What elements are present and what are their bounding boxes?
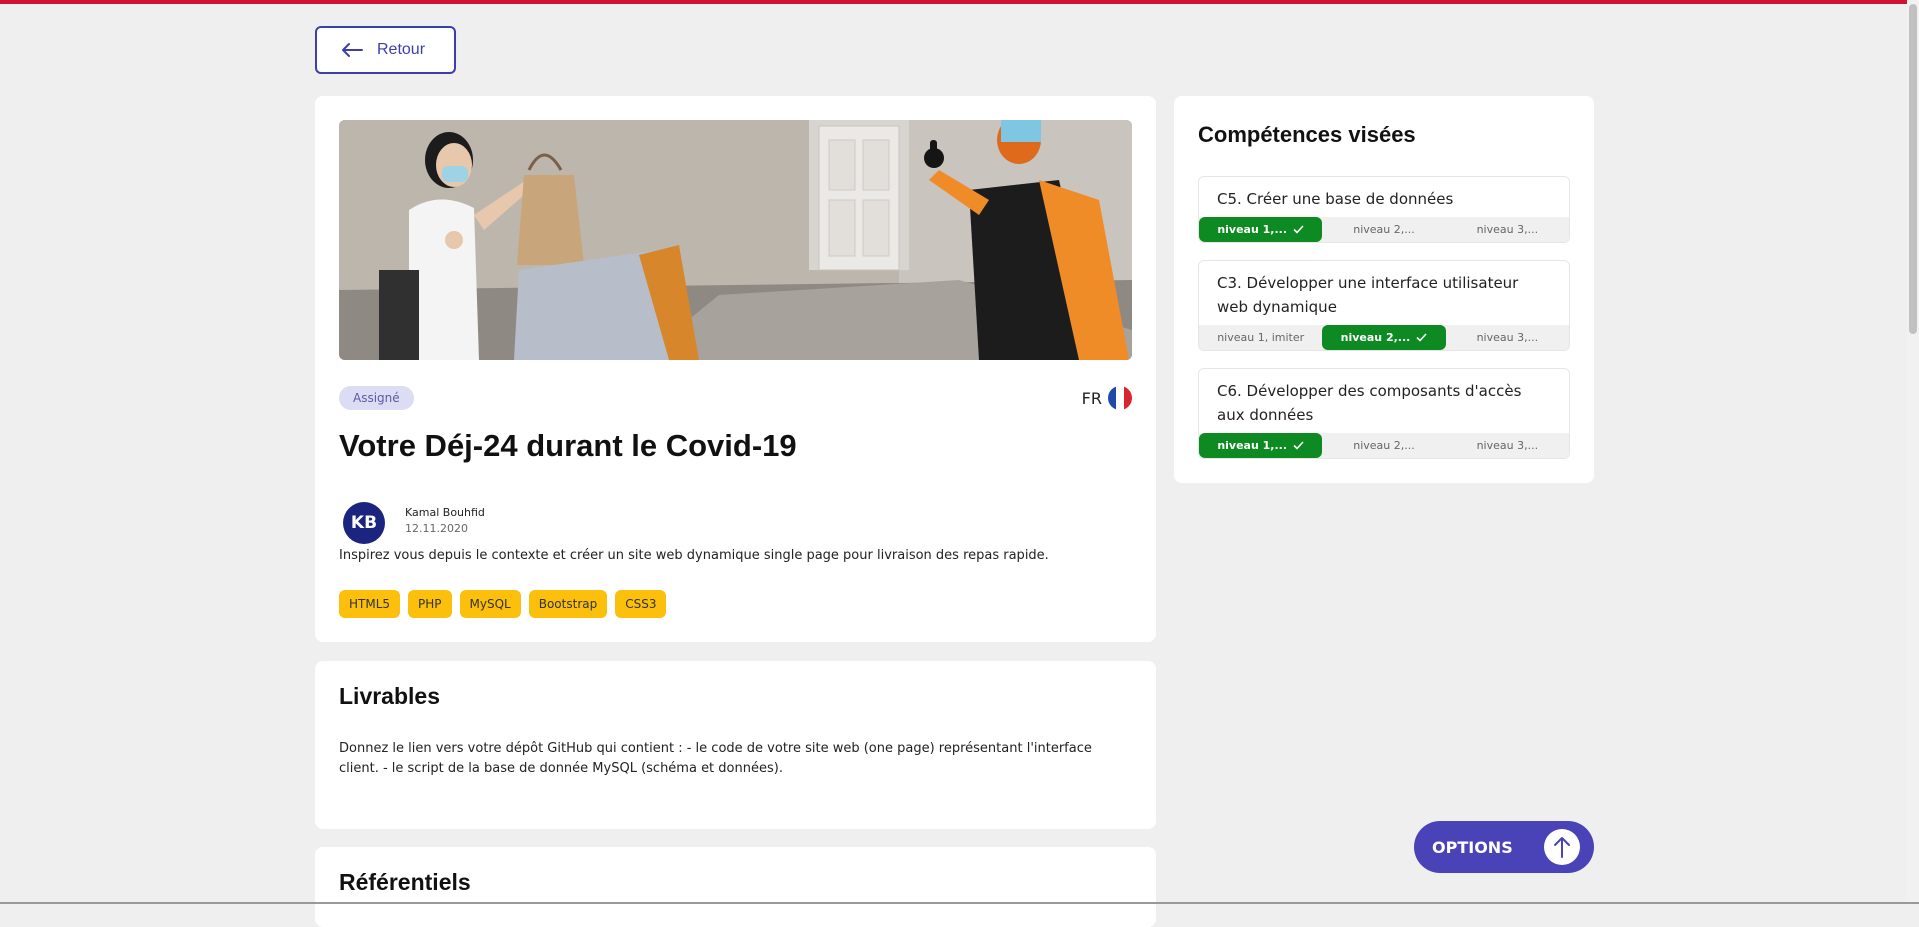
tag[interactable]: PHP: [408, 590, 452, 618]
vertical-scrollbar[interactable]: [1907, 0, 1919, 904]
avatar: KB: [343, 502, 385, 544]
project-title: Votre Déj-24 durant le Covid-19: [339, 428, 797, 464]
language-indicator[interactable]: FR: [1082, 386, 1132, 410]
arrow-left-icon: [341, 42, 363, 58]
check-icon: [1293, 441, 1304, 450]
competence-item: C3. Développer une interface utilisateur…: [1198, 260, 1570, 351]
level-option[interactable]: niveau 2,...: [1322, 433, 1445, 458]
back-button-label: Retour: [377, 41, 425, 59]
options-label: OPTIONS: [1432, 838, 1513, 857]
top-accent-bar: [0, 0, 1919, 4]
status-badge: Assigné: [339, 386, 414, 410]
competence-item: C5. Créer une base de données niveau 1,.…: [1198, 176, 1570, 243]
project-cover-image: [339, 120, 1132, 360]
tag[interactable]: CSS3: [615, 590, 666, 618]
level-option[interactable]: niveau 2,...: [1322, 325, 1445, 350]
competence-item: C6. Développer des composants d'accès au…: [1198, 368, 1570, 459]
livrables-card: Livrables Donnez le lien vers votre dépô…: [315, 661, 1156, 829]
competences-title: Compétences visées: [1198, 122, 1416, 148]
project-card: Assigné FR Votre Déj-24 durant le Covid-…: [315, 96, 1156, 642]
project-description: Inspirez vous depuis le contexte et crée…: [339, 548, 1049, 563]
scrollbar-thumb[interactable]: [1909, 4, 1917, 334]
options-button[interactable]: OPTIONS: [1414, 821, 1594, 873]
author-name: Kamal Bouhfid: [405, 506, 485, 519]
publish-date: 12.11.2020: [405, 522, 468, 535]
level-option[interactable]: niveau 1, imiter: [1199, 325, 1322, 350]
level-option[interactable]: niveau 1,...: [1199, 217, 1322, 242]
competence-name: C6. Développer des composants d'accès au…: [1199, 369, 1569, 433]
competences-card: Compétences visées C5. Créer une base de…: [1174, 96, 1594, 483]
tag[interactable]: HTML5: [339, 590, 400, 618]
level-selector: niveau 1,... niveau 2,... niveau 3,...: [1199, 217, 1569, 242]
competence-name: C3. Développer une interface utilisateur…: [1199, 261, 1569, 325]
level-selector: niveau 1,... niveau 2,... niveau 3,...: [1199, 433, 1569, 458]
level-option[interactable]: niveau 3,...: [1446, 325, 1569, 350]
level-option[interactable]: niveau 2,...: [1322, 217, 1445, 242]
arrow-up-icon: [1544, 829, 1580, 865]
livrables-text: Donnez le lien vers votre dépôt GitHub q…: [339, 739, 1129, 779]
level-option[interactable]: niveau 3,...: [1446, 433, 1569, 458]
referentiels-card: Référentiels: [315, 847, 1156, 927]
competence-name: C5. Créer une base de données: [1199, 177, 1569, 217]
level-option[interactable]: niveau 3,...: [1446, 217, 1569, 242]
check-icon: [1416, 333, 1427, 342]
tag[interactable]: MySQL: [460, 590, 521, 618]
livrables-title: Livrables: [339, 683, 440, 710]
language-code: FR: [1082, 389, 1102, 408]
referentiels-title: Référentiels: [339, 869, 471, 896]
tag[interactable]: Bootstrap: [529, 590, 607, 618]
france-flag-icon: [1108, 386, 1132, 410]
check-icon: [1293, 225, 1304, 234]
level-selector: niveau 1, imiter niveau 2,... niveau 3,.…: [1199, 325, 1569, 350]
tag-list: HTML5 PHP MySQL Bootstrap CSS3: [339, 590, 666, 618]
back-button[interactable]: Retour: [315, 26, 456, 74]
level-option[interactable]: niveau 1,...: [1199, 433, 1322, 458]
